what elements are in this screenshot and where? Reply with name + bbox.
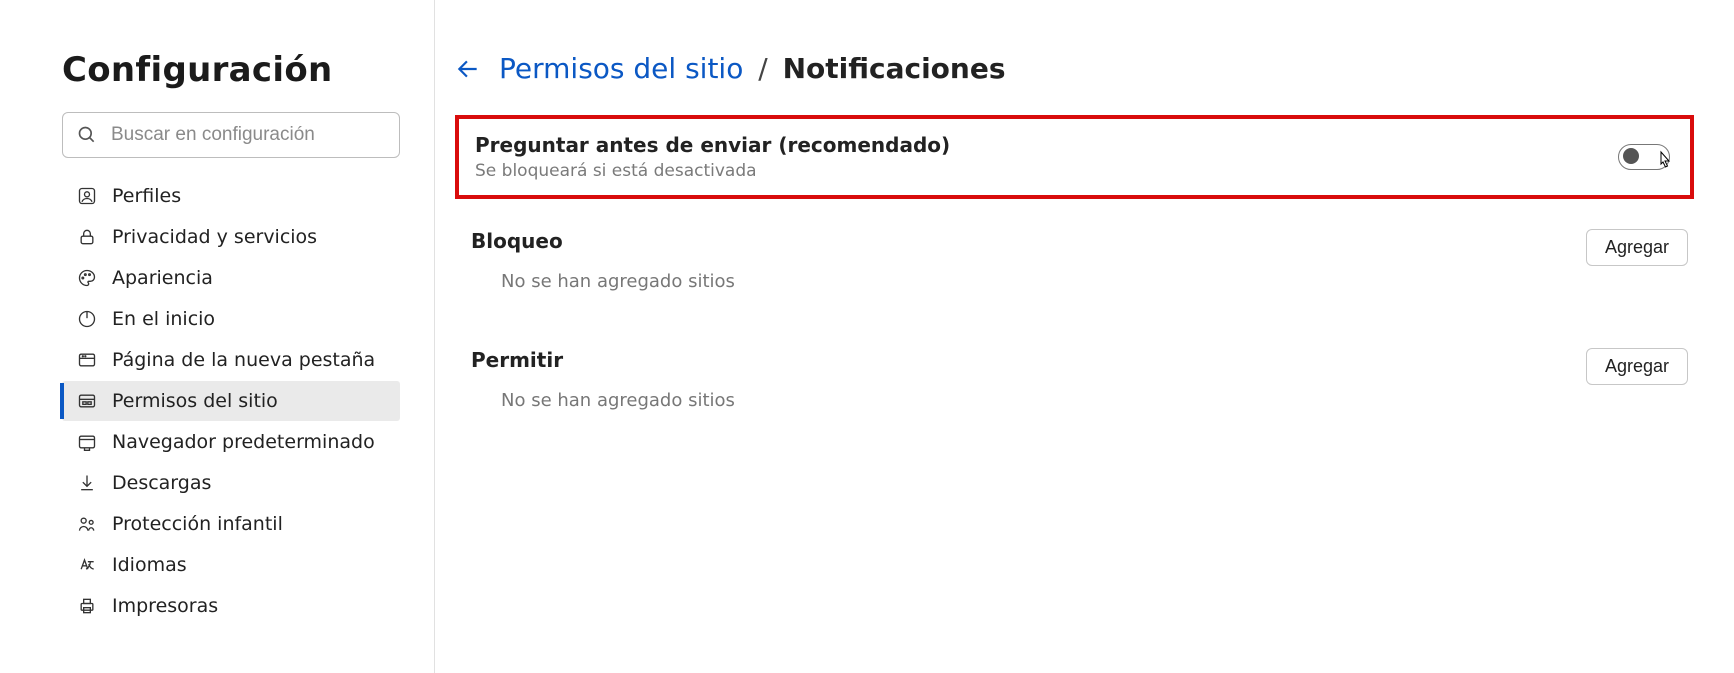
sidebar-item-profiles[interactable]: Perfiles	[62, 176, 400, 216]
sidebar-item-appearance[interactable]: Apariencia	[62, 258, 400, 298]
power-icon	[76, 308, 98, 330]
allow-empty-text: No se han agregado sitios	[471, 390, 1586, 411]
sidebar-item-default-browser[interactable]: Navegador predeterminado	[62, 422, 400, 462]
ask-before-send-subtitle: Se bloqueará si está desactivada	[475, 161, 950, 181]
sidebar-item-label: Descargas	[112, 472, 211, 494]
newtab-icon	[76, 349, 98, 371]
allow-section: Permitir No se han agregado sitios Agreg…	[455, 340, 1694, 441]
sidebar-item-downloads[interactable]: Descargas	[62, 463, 400, 503]
allow-title: Permitir	[471, 348, 1586, 372]
download-icon	[76, 472, 98, 494]
block-title: Bloqueo	[471, 229, 1586, 253]
sidebar-title: Configuración	[62, 50, 400, 90]
family-icon	[76, 513, 98, 535]
permissions-icon	[76, 390, 98, 412]
breadcrumb: Permisos del sitio / Notificaciones	[455, 52, 1694, 85]
settings-sidebar: Configuración Perfiles Privacidad y serv…	[0, 0, 435, 673]
language-icon	[76, 554, 98, 576]
ask-before-send-toggle[interactable]	[1618, 144, 1670, 170]
sidebar-item-label: Idiomas	[112, 554, 187, 576]
search-input-wrapper[interactable]	[62, 112, 400, 158]
breadcrumb-separator: /	[749, 52, 776, 85]
sidebar-item-label: En el inicio	[112, 308, 215, 330]
browser-icon	[76, 431, 98, 453]
search-icon	[77, 125, 109, 145]
sidebar-item-label: Protección infantil	[112, 513, 283, 535]
block-empty-text: No se han agregado sitios	[471, 271, 1586, 292]
sidebar-item-new-tab[interactable]: Página de la nueva pestaña	[62, 340, 400, 380]
sidebar-nav: Perfiles Privacidad y servicios Aparienc…	[62, 176, 400, 627]
sidebar-item-label: Apariencia	[112, 267, 213, 289]
block-add-button[interactable]: Agregar	[1586, 229, 1688, 266]
sidebar-item-privacy[interactable]: Privacidad y servicios	[62, 217, 400, 257]
ask-before-send-title: Preguntar antes de enviar (recomendado)	[475, 133, 950, 157]
sidebar-item-languages[interactable]: Idiomas	[62, 545, 400, 585]
sidebar-item-label: Página de la nueva pestaña	[112, 349, 375, 371]
arrow-left-icon	[455, 56, 481, 82]
sidebar-item-family-safety[interactable]: Protección infantil	[62, 504, 400, 544]
sidebar-item-label: Navegador predeterminado	[112, 431, 375, 453]
printer-icon	[76, 595, 98, 617]
sidebar-item-label: Privacidad y servicios	[112, 226, 317, 248]
lock-icon	[76, 226, 98, 248]
breadcrumb-parent[interactable]: Permisos del sitio	[499, 52, 743, 85]
sidebar-item-site-permissions[interactable]: Permisos del sitio	[62, 381, 400, 421]
profile-icon	[76, 185, 98, 207]
block-section: Bloqueo No se han agregado sitios Agrega…	[455, 221, 1694, 322]
breadcrumb-current: Notificaciones	[783, 52, 1006, 85]
settings-main: Permisos del sitio / Notificaciones Preg…	[435, 0, 1734, 673]
search-input[interactable]	[109, 123, 385, 147]
sidebar-item-on-startup[interactable]: En el inicio	[62, 299, 400, 339]
sidebar-item-label: Perfiles	[112, 185, 181, 207]
sidebar-item-printers[interactable]: Impresoras	[62, 586, 400, 626]
back-button[interactable]	[455, 56, 481, 82]
allow-add-button[interactable]: Agregar	[1586, 348, 1688, 385]
ask-before-send-row: Preguntar antes de enviar (recomendado) …	[455, 115, 1694, 199]
appearance-icon	[76, 267, 98, 289]
sidebar-item-label: Permisos del sitio	[112, 390, 278, 412]
sidebar-item-label: Impresoras	[112, 595, 218, 617]
